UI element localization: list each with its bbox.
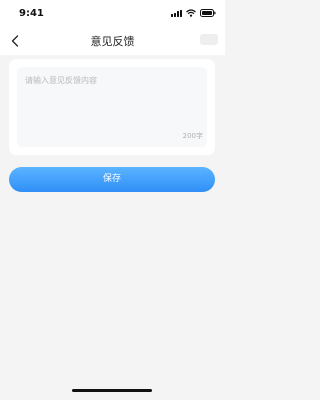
- wifi-icon: [186, 9, 196, 17]
- battery-icon: [200, 9, 216, 17]
- signal-icon: [171, 9, 182, 17]
- home-indicator: [72, 389, 152, 392]
- header-action: [200, 34, 218, 45]
- feedback-input[interactable]: [17, 67, 207, 147]
- status-time: 9:41: [19, 8, 44, 19]
- char-limit-label: 200字: [182, 132, 203, 140]
- save-button[interactable]: 保存: [9, 167, 215, 192]
- top-bar: 9:41 意见反馈: [0, 0, 225, 55]
- status-icons: [171, 9, 216, 17]
- feedback-card: 200字: [9, 59, 215, 155]
- page-title: 意见反馈: [90, 35, 135, 48]
